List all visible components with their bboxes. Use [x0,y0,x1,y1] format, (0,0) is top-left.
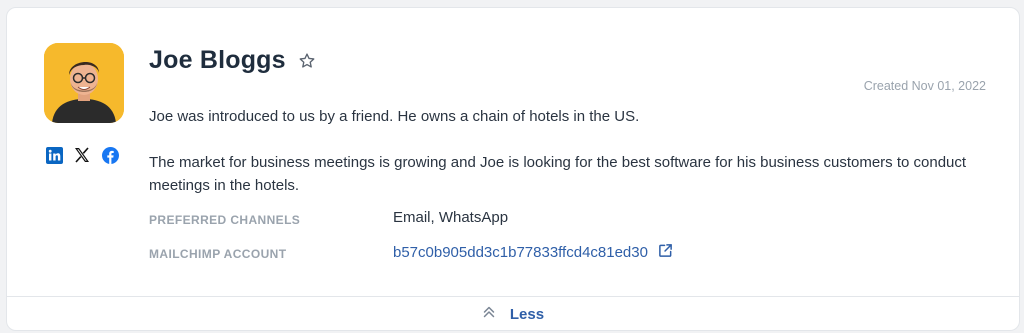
linkedin-icon[interactable] [45,146,63,164]
mailchimp-account-link[interactable]: b57c0b905dd3c1b77833ffcd4c81ed30 [393,243,673,262]
social-links [45,146,119,164]
avatar [44,43,124,123]
chevrons-up-icon [482,305,496,324]
description-paragraph: Joe was introduced to us by a friend. He… [149,108,640,125]
mailchimp-account-label: MAILCHIMP ACCOUNT [149,247,287,261]
less-label[interactable]: Less [510,306,544,323]
contact-description: Joe was introduced to us by a friend. He… [149,105,989,197]
facebook-icon[interactable] [101,146,119,164]
name-row: Joe Bloggs [149,46,316,75]
x-icon[interactable] [73,146,91,164]
created-date: Created Nov 01, 2022 [863,79,986,93]
preferred-channels-label: PREFERRED CHANNELS [149,213,301,227]
less-toggle-button[interactable]: Less [7,297,1019,331]
contact-name: Joe Bloggs [149,46,286,74]
preferred-channels-value: Email, WhatsApp [393,209,509,226]
star-icon[interactable] [298,52,316,70]
external-link-icon[interactable] [658,243,673,262]
mailchimp-account-value[interactable]: b57c0b905dd3c1b77833ffcd4c81ed30 [393,244,648,261]
contact-card: Joe Bloggs Created Nov 01, 2022 Joe was … [6,7,1020,331]
description-paragraph: The market for business meetings is grow… [149,154,967,194]
